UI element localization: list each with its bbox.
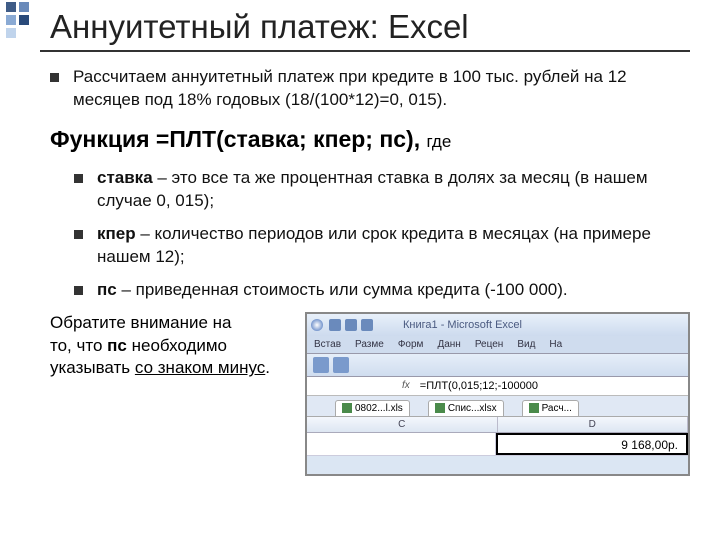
bullet-icon (74, 174, 83, 183)
func-where: где (426, 132, 451, 151)
cut-icon (333, 357, 349, 373)
tab-formulas: Форм (391, 336, 431, 353)
workbook-tabs: 0802...l.xls Спис...xlsx Расч... (307, 396, 688, 417)
excel-screenshot: Книга1 - Microsoft Excel Встав Разме Фор… (305, 312, 690, 476)
workbook-tab: 0802...l.xls (335, 400, 410, 416)
note-line3a: указывать (50, 358, 135, 377)
excel-file-icon (342, 403, 352, 413)
tab-insert: Встав (307, 336, 348, 353)
bullet-icon (74, 230, 83, 239)
col-c: C (307, 417, 498, 432)
note-line3b: . (265, 358, 270, 377)
column-headers: C D (307, 417, 688, 433)
sheet-name-2: Расч... (542, 403, 572, 414)
tab-review: Рецен (468, 336, 511, 353)
note-line2b: необходимо (127, 336, 227, 355)
cell-d-selected: 9 168,00р. (496, 433, 688, 455)
note-line2a: то, что (50, 336, 107, 355)
tab-layout: Разме (348, 336, 391, 353)
cell-c (307, 433, 496, 455)
fx-label: fx (396, 380, 416, 391)
tab-addins: На (542, 336, 569, 353)
quick-access-toolbar (329, 319, 373, 331)
item-stavka: ставка – это все та же процентная ставка… (74, 167, 690, 213)
data-row: 9 168,00р. (307, 433, 688, 456)
title-rule (40, 50, 690, 52)
slide-content: Аннуитетный платеж: Excel Рассчитаем анн… (0, 0, 720, 476)
func-main: Функция =ПЛТ(ставка; кпер; пс), (50, 126, 426, 152)
ribbon-area (307, 354, 688, 377)
term-kper: кпер (97, 224, 136, 243)
slide-title: Аннуитетный платеж: Excel (50, 8, 690, 46)
desc-ps: – приведенная стоимость или сумма кредит… (117, 280, 568, 299)
office-button-icon (311, 319, 323, 331)
ribbon-tabs: Встав Разме Форм Данн Рецен Вид На (307, 336, 688, 354)
function-heading: Функция =ПЛТ(ставка; кпер; пс), где (50, 126, 690, 153)
intro-bullet: Рассчитаем аннуитетный платеж при кредит… (50, 66, 690, 112)
excel-titlebar: Книга1 - Microsoft Excel (307, 314, 688, 336)
paste-icon (313, 357, 329, 373)
formula-text: =ПЛТ(0,015;12;-100000 (416, 380, 542, 392)
tab-data: Данн (430, 336, 467, 353)
excel-file-icon (435, 403, 445, 413)
tab-view: Вид (510, 336, 542, 353)
item-kper: кпер – количество периодов или срок кред… (74, 223, 690, 269)
desc-kper: – количество периодов или срок кредита в… (97, 224, 651, 266)
term-stavka: ставка (97, 168, 153, 187)
excel-file-icon (529, 403, 539, 413)
term-ps: пс (97, 280, 117, 299)
spreadsheet-grid: C D 9 168,00р. (307, 417, 688, 456)
qat-undo-icon (345, 319, 357, 331)
bullet-icon (50, 73, 59, 82)
sheet-name-1: Спис...xlsx (448, 403, 497, 414)
formula-bar: fx =ПЛТ(0,015;12;-100000 (307, 377, 688, 396)
bullet-icon (74, 286, 83, 295)
desc-stavka: – это все та же процентная ставка в доля… (97, 168, 648, 210)
note-line1: Обратите внимание на (50, 313, 232, 332)
col-d: D (498, 417, 689, 432)
workbook-tab: Расч... (522, 400, 579, 416)
intro-text: Рассчитаем аннуитетный платеж при кредит… (73, 66, 690, 112)
qat-save-icon (329, 319, 341, 331)
note-underline: со знаком минус (135, 358, 265, 377)
item-ps: пс – приведенная стоимость или сумма кре… (74, 279, 690, 302)
note-term: пс (107, 336, 127, 355)
note-text: Обратите внимание на то, что пс необходи… (50, 312, 305, 381)
sheet-name-0: 0802...l.xls (355, 403, 403, 414)
qat-redo-icon (361, 319, 373, 331)
window-title: Книга1 - Microsoft Excel (403, 319, 522, 331)
workbook-tab: Спис...xlsx (428, 400, 504, 416)
